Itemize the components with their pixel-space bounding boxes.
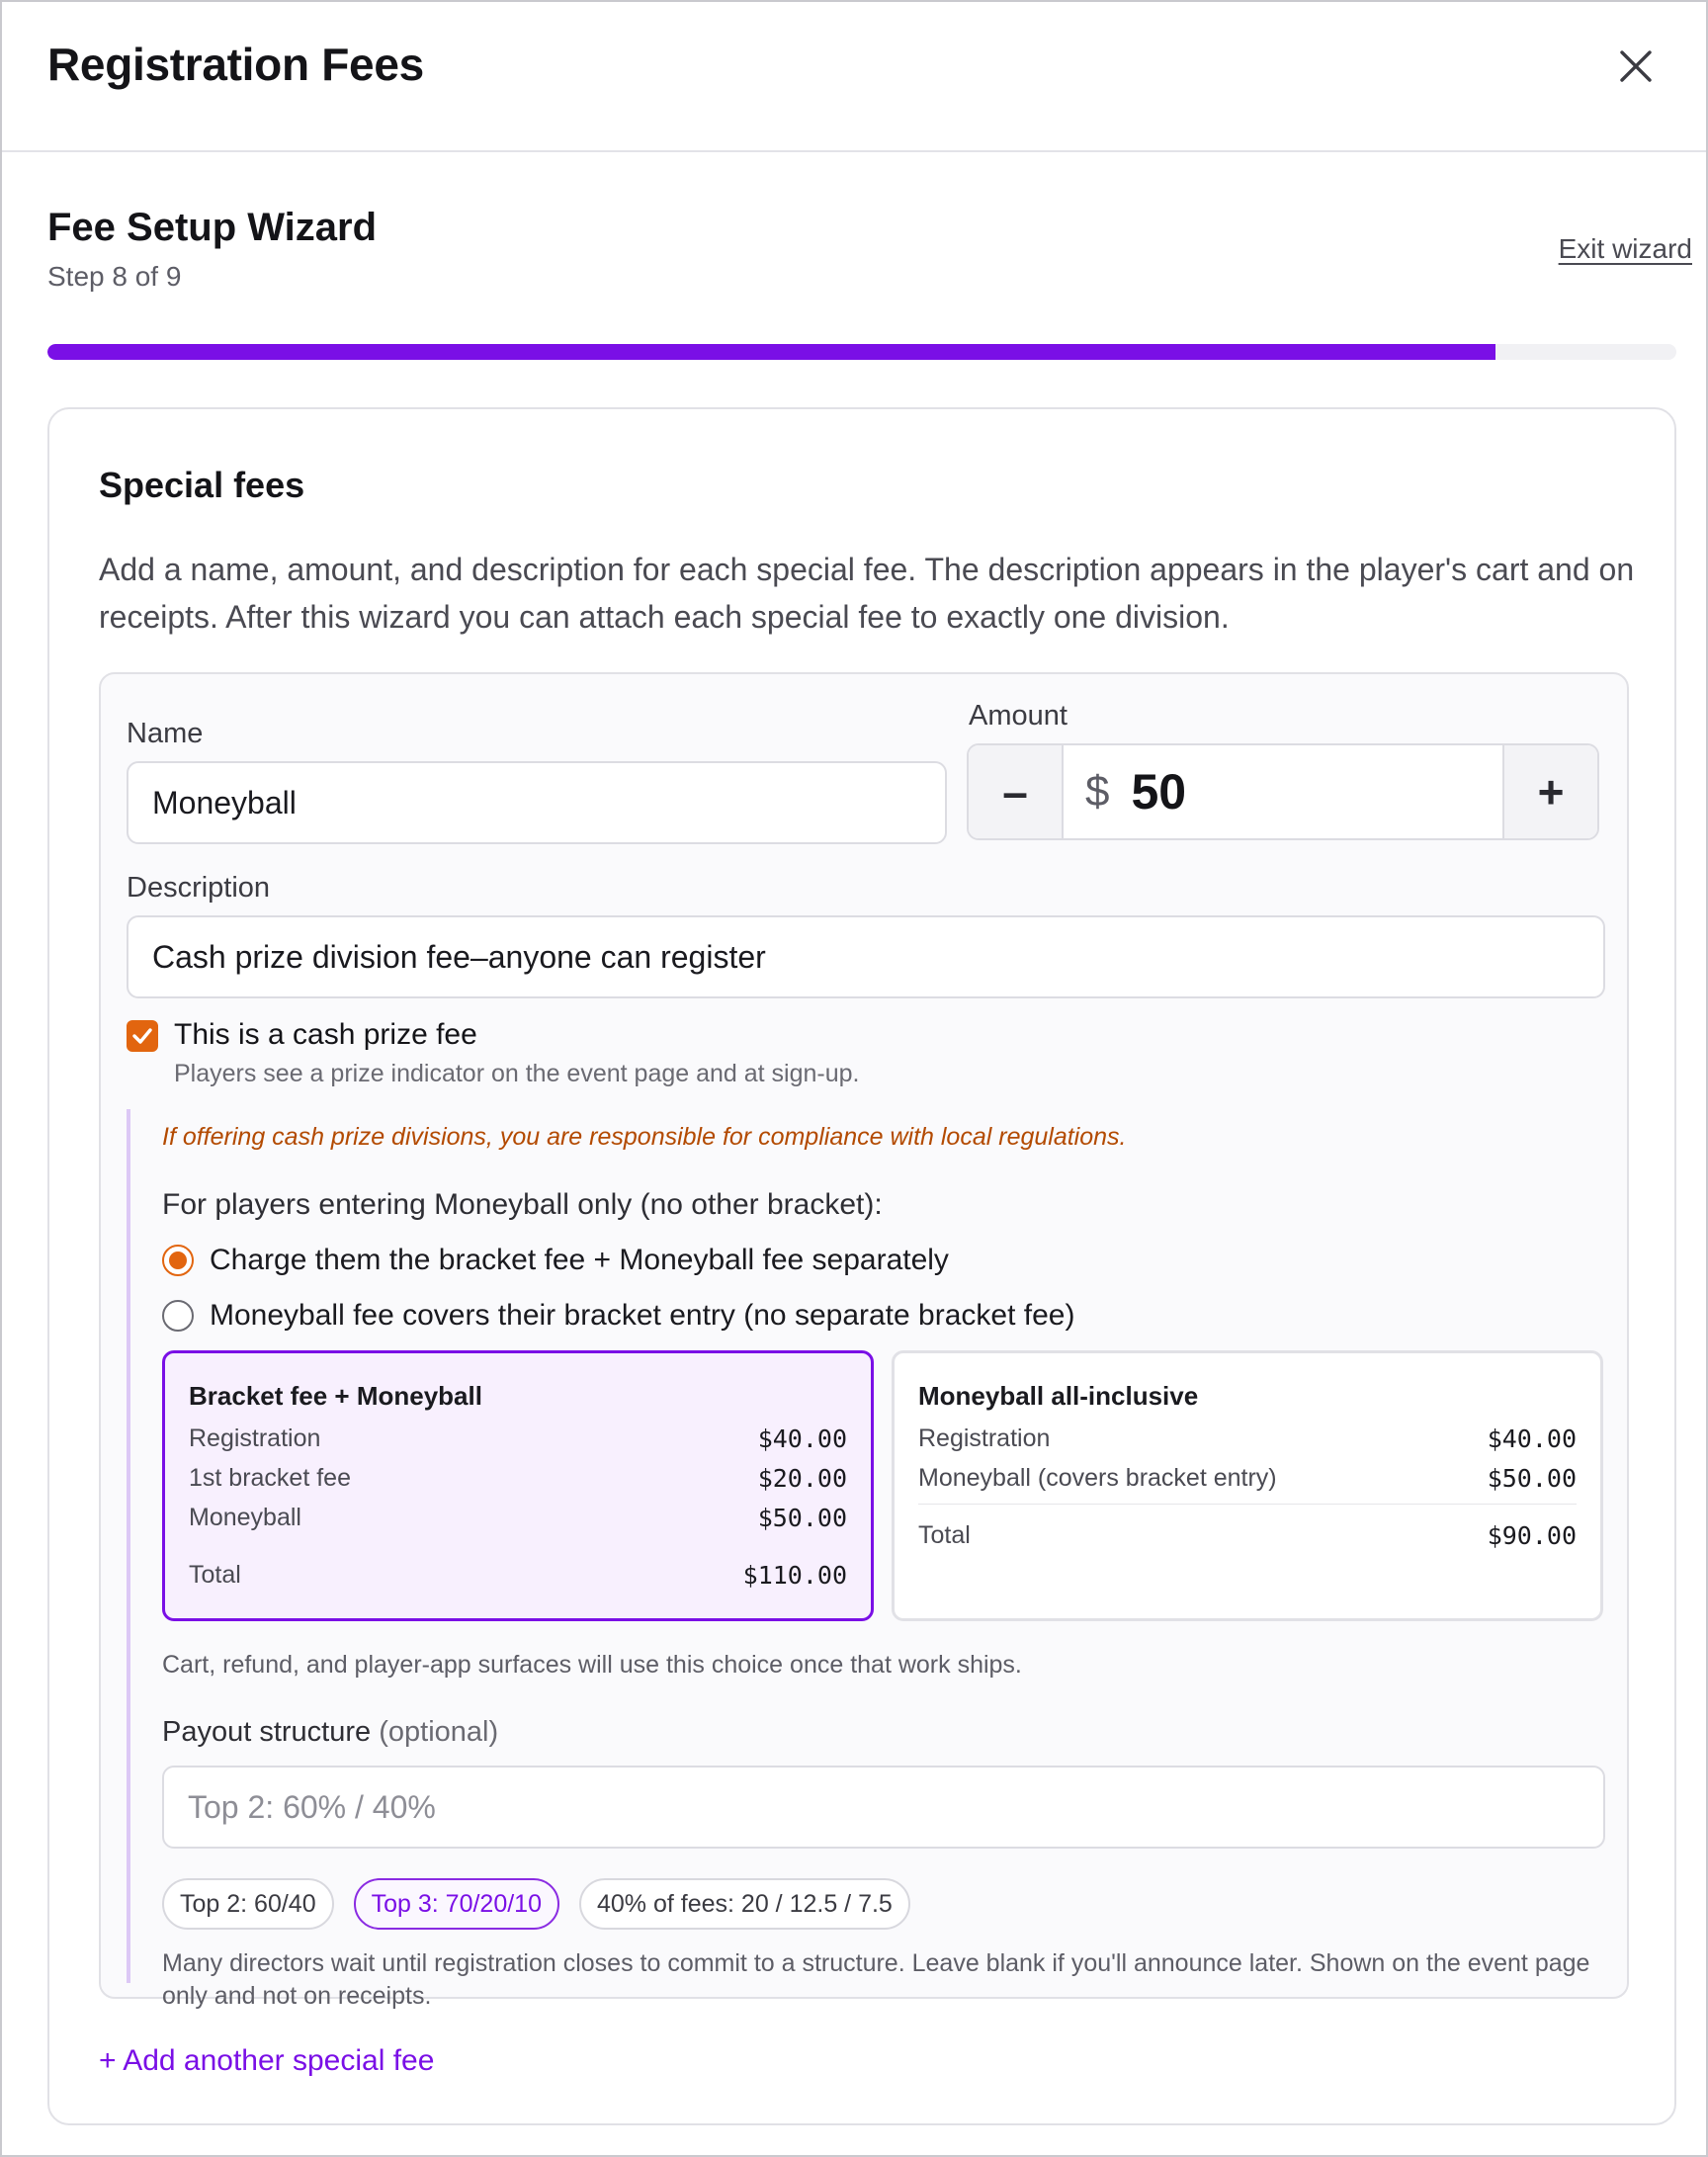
radio-button[interactable]	[162, 1300, 194, 1332]
fee-name-input[interactable]: Moneyball	[127, 761, 947, 844]
close-button[interactable]	[1611, 42, 1661, 91]
option-total-row: Total $90.00	[918, 1519, 1577, 1551]
option-row: Registration $40.00	[918, 1423, 1577, 1454]
section-description: Add a name, amount, and description for …	[99, 552, 1635, 635]
minus-icon: –	[1002, 766, 1028, 818]
payout-hint: Many directors wait until registration c…	[162, 1949, 1590, 2010]
option-row: Registration $40.00	[189, 1423, 847, 1454]
cash-prize-checkbox[interactable]	[127, 1020, 158, 1052]
currency-symbol: $	[1085, 767, 1110, 816]
close-icon	[1620, 50, 1652, 82]
wizard-progress-bar	[47, 344, 1676, 360]
moneyball-only-question: For players entering Moneyball only (no …	[162, 1188, 883, 1221]
row-label: Moneyball (covers bracket entry)	[918, 1463, 1277, 1492]
option-card-all-inclusive[interactable]: Moneyball all-inclusive Registration $40…	[892, 1350, 1603, 1621]
option-card-bracket-plus-moneyball[interactable]: Bracket fee + Moneyball Registration $40…	[162, 1350, 874, 1621]
payout-label-text: Payout structure	[162, 1716, 372, 1748]
modal-title: Registration Fees	[47, 39, 424, 90]
special-fee-entry: Name Moneyball Amount – $ 50 + Descripti…	[99, 672, 1629, 2010]
cash-prize-hint: Players see a prize indicator on the eve…	[174, 1060, 860, 1087]
plus-icon: +	[1537, 766, 1565, 818]
payout-structure-label: Payout structure (optional)	[162, 1716, 498, 1749]
row-label: 1st bracket fee	[189, 1463, 351, 1492]
row-label: Moneyball	[189, 1503, 301, 1531]
amount-value: 50	[1131, 764, 1187, 820]
row-value: $40.00	[1487, 1424, 1577, 1453]
payout-chip[interactable]: 40% of fees: 20 / 12.5 / 7.5	[579, 1878, 910, 1930]
fee-description-input[interactable]: Cash prize division fee–anyone can regis…	[127, 915, 1605, 998]
row-value: $50.00	[1487, 1463, 1577, 1493]
surface-note: Cart, refund, and player-app surfaces wi…	[162, 1651, 1022, 1679]
option-row: 1st bracket fee $20.00	[189, 1462, 847, 1494]
exit-wizard-link[interactable]: Exit wizard	[1559, 233, 1692, 265]
radio-button-selected[interactable]	[162, 1245, 194, 1276]
row-label: Registration	[189, 1424, 321, 1452]
option-total-row: Total $110.00	[189, 1559, 847, 1591]
total-label: Total	[189, 1560, 241, 1589]
radio-label: Moneyball fee covers their bracket entry…	[210, 1299, 1075, 1332]
row-label: Registration	[918, 1424, 1051, 1452]
option-row: Moneyball $50.00	[189, 1502, 847, 1533]
modal-header: Registration Fees	[2, 2, 1706, 152]
increment-button[interactable]: +	[1502, 745, 1597, 838]
row-value: $20.00	[757, 1463, 847, 1493]
amount-stepper: – $ 50 +	[967, 743, 1599, 840]
special-fees-card: Special fees Add a name, amount, and des…	[47, 407, 1676, 2125]
section-title: Special fees	[99, 465, 305, 505]
checkmark-icon	[132, 1028, 152, 1044]
name-label: Name	[127, 718, 204, 749]
optional-tag: (optional)	[379, 1716, 499, 1748]
total-value: $110.00	[742, 1560, 847, 1590]
description-label: Description	[127, 872, 271, 904]
wizard-step-indicator: Step 8 of 9	[47, 261, 182, 292]
option-card-title: Moneyball all-inclusive	[918, 1381, 1199, 1411]
divider	[918, 1504, 1577, 1505]
compliance-warning: If offering cash prize divisions, you ar…	[162, 1123, 1127, 1151]
row-value: $50.00	[757, 1503, 847, 1532]
add-special-fee-button[interactable]: + Add another special fee	[99, 2044, 434, 2078]
modal-frame: Registration Fees Fee Setup Wizard Step …	[0, 0, 1708, 2157]
radio-option-separate[interactable]: Charge them the bracket fee + Moneyball …	[162, 1244, 949, 1277]
radio-label: Charge them the bracket fee + Moneyball …	[210, 1244, 949, 1276]
row-value: $40.00	[757, 1424, 847, 1453]
cash-prize-options: If offering cash prize divisions, you ar…	[127, 1109, 1605, 2010]
payout-chip[interactable]: Top 2: 60/40	[162, 1878, 334, 1930]
payout-preset-chips: Top 2: 60/40 Top 3: 70/20/10 40% of fees…	[162, 1878, 910, 1930]
option-card-title: Bracket fee + Moneyball	[189, 1381, 482, 1411]
total-label: Total	[918, 1520, 971, 1549]
payout-structure-input[interactable]: Top 2: 60% / 40%	[162, 1766, 1605, 1849]
wizard-title: Fee Setup Wizard	[47, 206, 378, 249]
amount-label: Amount	[969, 700, 1068, 732]
payout-chip-selected[interactable]: Top 3: 70/20/10	[353, 1878, 559, 1930]
amount-input[interactable]: $ 50	[1064, 745, 1502, 838]
total-value: $90.00	[1487, 1520, 1577, 1550]
radio-option-covers[interactable]: Moneyball fee covers their bracket entry…	[162, 1299, 1074, 1333]
wizard-progress-fill	[47, 344, 1496, 360]
option-row: Moneyball (covers bracket entry) $50.00	[918, 1462, 1577, 1494]
decrement-button[interactable]: –	[969, 745, 1064, 838]
cash-prize-label[interactable]: This is a cash prize fee	[174, 1018, 477, 1052]
